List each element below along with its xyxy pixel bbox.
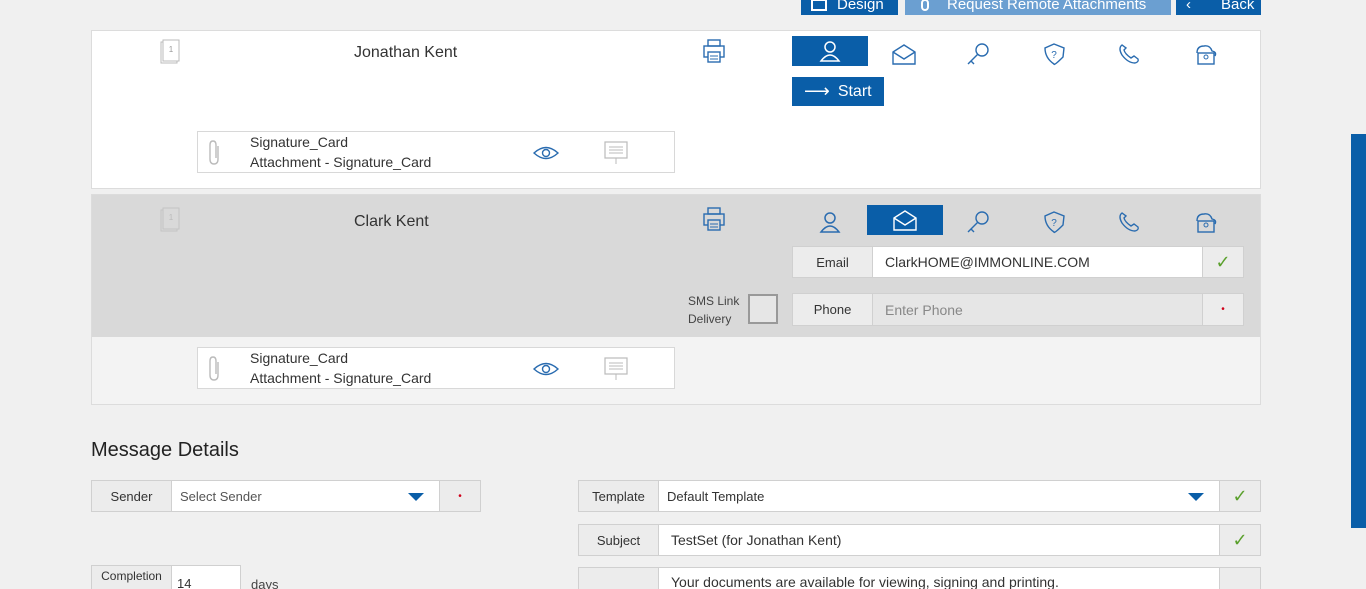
template-label: Template — [578, 480, 659, 512]
required-dot-icon: • — [458, 490, 462, 502]
presentation-icon[interactable] — [603, 356, 629, 382]
presentation-icon[interactable] — [603, 140, 629, 166]
sender-label: Sender — [91, 480, 172, 512]
email-field[interactable]: ClarkHOME@IMMONLINE.COM — [872, 246, 1203, 278]
check-icon: ✓ — [1232, 529, 1248, 550]
in-person-method-button[interactable] — [792, 36, 868, 66]
document-icon: 1 — [160, 39, 180, 64]
sender-status: • — [439, 480, 481, 512]
printer-icon[interactable] — [700, 37, 728, 65]
design-button[interactable]: Design — [801, 0, 898, 15]
printer-icon[interactable] — [700, 205, 728, 233]
subject-field[interactable]: TestSet (for Jonathan Kent) — [658, 524, 1220, 556]
svg-text:1: 1 — [169, 213, 174, 222]
sender-select[interactable]: Select Sender — [171, 480, 440, 512]
scrollbar-thumb[interactable] — [1351, 134, 1366, 528]
phone-method-button[interactable] — [1091, 39, 1167, 69]
paperclip-icon — [209, 140, 219, 165]
email-status: ✓ — [1202, 246, 1244, 278]
svg-text:?: ? — [1051, 50, 1057, 61]
kba-method-button[interactable] — [940, 39, 1016, 69]
email-method-button[interactable] — [866, 39, 942, 69]
attachment-subtitle: Attachment - Signature_Card — [250, 370, 432, 386]
svg-text:?: ? — [1051, 218, 1057, 229]
request-remote-attachments-button[interactable]: Request Remote Attachments — [905, 0, 1171, 15]
cloud-id-icon — [1196, 213, 1217, 233]
arrow-right-icon: ⟶ — [804, 81, 830, 101]
shield-question-icon: ? — [1044, 43, 1065, 66]
days-label: days — [251, 577, 279, 589]
key-icon — [967, 43, 989, 65]
signer-name: Jonathan Kent — [354, 44, 458, 61]
email-label: Email — [792, 246, 873, 278]
email-method-button[interactable] — [867, 205, 943, 235]
key-icon — [967, 211, 989, 233]
phone-label: Phone — [792, 293, 873, 326]
message-body-label — [578, 567, 659, 589]
attachment-title: Signature_Card — [250, 134, 349, 150]
phone-icon — [1119, 44, 1139, 64]
message-body-status — [1219, 567, 1261, 589]
eye-icon[interactable] — [532, 360, 560, 378]
in-person-method-button[interactable] — [792, 207, 868, 237]
phone-field[interactable]: Enter Phone — [872, 293, 1203, 326]
check-icon: ✓ — [1232, 485, 1248, 506]
person-icon — [819, 41, 841, 62]
person-icon — [819, 212, 841, 233]
back-button[interactable]: ‹ Back — [1176, 0, 1261, 15]
attachment-row: Signature_Card Attachment - Signature_Ca… — [197, 347, 675, 389]
cloud-id-icon — [1196, 45, 1217, 65]
required-dot-icon: • — [1221, 304, 1225, 315]
kba-method-button[interactable] — [940, 207, 1016, 237]
subject-status: ✓ — [1219, 524, 1261, 556]
id-check-method-button[interactable] — [1167, 207, 1243, 237]
phone-method-button[interactable] — [1091, 207, 1167, 237]
message-details-heading: Message Details — [91, 439, 239, 461]
attachment-row: Signature_Card Attachment - Signature_Ca… — [197, 131, 675, 173]
check-icon: ✓ — [1215, 251, 1231, 272]
signer-name: Clark Kent — [354, 213, 429, 230]
security-question-method-button[interactable]: ? — [1016, 207, 1092, 237]
chevron-left-icon: ‹ — [1186, 0, 1191, 13]
completion-days-field[interactable]: 14 — [171, 565, 241, 589]
cloud-email-icon — [892, 44, 916, 65]
eye-icon[interactable] — [532, 144, 560, 162]
paperclip-icon — [209, 356, 219, 381]
sms-delivery-label: SMS Link Delivery — [688, 294, 740, 326]
id-check-method-button[interactable] — [1167, 39, 1243, 69]
message-body-field[interactable]: Your documents are available for viewing… — [658, 567, 1220, 589]
phone-status: • — [1202, 293, 1244, 326]
document-icon: 1 — [160, 207, 180, 232]
completion-label: Completion — [91, 565, 172, 589]
security-question-method-button[interactable]: ? — [1016, 39, 1092, 69]
paperclip-icon — [921, 0, 929, 11]
signer-panel-jonathan: 1 Jonathan Kent ? ⟶ Start Signature_Card… — [91, 30, 1261, 189]
phone-icon — [1119, 212, 1139, 232]
template-status: ✓ — [1219, 480, 1261, 512]
list-icon — [811, 0, 827, 11]
signer-panel-clark: 1 Clark Kent ? Email ClarkHOME@IMMONLINE… — [91, 194, 1261, 405]
sms-delivery-checkbox[interactable] — [748, 294, 778, 324]
svg-text:1: 1 — [169, 45, 174, 54]
attachment-subtitle: Attachment - Signature_Card — [250, 154, 432, 170]
cloud-email-icon — [893, 210, 917, 231]
template-select[interactable]: Default Template — [658, 480, 1220, 512]
chevron-down-icon — [408, 493, 424, 501]
start-button[interactable]: ⟶ Start — [792, 77, 884, 106]
chevron-down-icon — [1188, 493, 1204, 501]
attachment-title: Signature_Card — [250, 350, 349, 366]
shield-question-icon: ? — [1044, 211, 1065, 234]
subject-label: Subject — [578, 524, 659, 556]
